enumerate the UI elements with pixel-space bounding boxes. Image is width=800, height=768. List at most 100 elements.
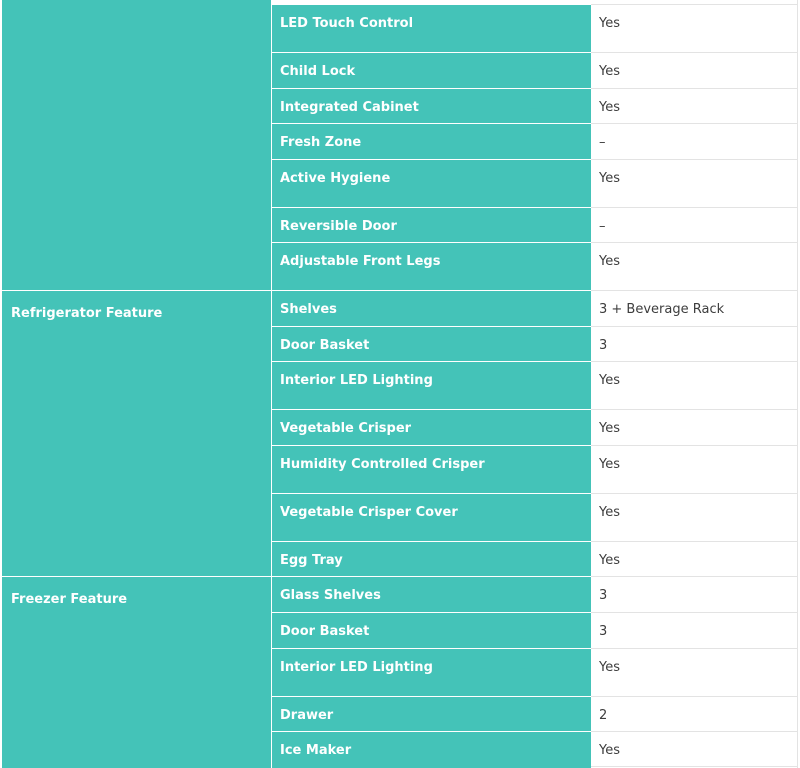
feature-label: Active Hygiene [280, 171, 391, 186]
value-cell: Yes [591, 5, 797, 52]
value-cell: – [591, 208, 797, 242]
feature-cell: Active Hygiene [272, 160, 591, 207]
value-label: Yes [599, 373, 620, 388]
table-border-right [797, 0, 798, 768]
value-cell: Yes [591, 732, 797, 766]
value-cell: 3 [591, 613, 797, 648]
feature-cell: Adjustable Front Legs [272, 243, 591, 290]
value-cell: Yes [591, 160, 797, 207]
row-divider [272, 541, 591, 542]
feature-cell: Child Lock [272, 53, 591, 88]
value-label: – [599, 135, 606, 150]
category-cell-freezer: Freezer Feature [2, 577, 271, 768]
row-divider [272, 326, 591, 327]
row-divider [591, 207, 798, 208]
value-label: 3 + Beverage Rack [599, 302, 725, 317]
row-divider [591, 648, 798, 649]
value-label: Yes [599, 553, 620, 568]
row-divider [591, 326, 798, 327]
value-label: Yes [599, 743, 620, 758]
value-cell: Yes [591, 89, 797, 123]
value-cell: Yes [591, 649, 797, 696]
feature-label: Drawer [280, 708, 334, 723]
row-divider [591, 290, 798, 291]
value-label: 3 [599, 338, 608, 353]
feature-cell: Interior LED Lighting [272, 362, 591, 409]
value-cell: Yes [591, 243, 797, 290]
value-cell: – [591, 124, 797, 159]
value-label: Yes [599, 100, 620, 115]
value-label: Yes [599, 421, 620, 436]
feature-label: Egg Tray [280, 553, 343, 568]
row-divider [591, 123, 798, 124]
row-divider [272, 159, 591, 160]
value-cell: Yes [591, 494, 797, 541]
feature-label: LED Touch Control [280, 16, 414, 31]
feature-label: Interior LED Lighting [280, 660, 433, 675]
feature-cell: Drawer [272, 697, 591, 731]
row-divider [591, 159, 798, 160]
row-divider [591, 4, 798, 5]
value-cell: Yes [591, 446, 797, 493]
value-label: 3 [599, 624, 608, 639]
row-divider [272, 207, 591, 208]
row-divider [272, 52, 591, 53]
table-border-bottom [591, 766, 798, 767]
feature-cell: Door Basket [272, 613, 591, 648]
feature-label: Glass Shelves [280, 588, 381, 603]
row-divider [272, 493, 591, 494]
row-divider [272, 123, 591, 124]
feature-label: Reversible Door [280, 219, 397, 234]
column-divider [271, 0, 272, 768]
value-label: 2 [599, 708, 608, 723]
row-divider [2, 290, 591, 291]
category-label: Refrigerator Feature [11, 306, 163, 321]
feature-cell: Vegetable Crisper [272, 410, 591, 445]
feature-cell: Fresh Zone [272, 124, 591, 159]
value-cell: 3 [591, 327, 797, 361]
row-divider [591, 409, 798, 410]
row-divider [591, 731, 798, 732]
row-divider [2, 576, 591, 577]
value-cell: Yes [591, 53, 797, 88]
feature-label: Child Lock [280, 64, 356, 79]
row-divider [591, 445, 798, 446]
feature-cell: Door Basket [272, 327, 591, 361]
feature-label: Integrated Cabinet [280, 100, 419, 115]
feature-label: Fresh Zone [280, 135, 362, 150]
row-divider [272, 696, 591, 697]
row-divider [591, 576, 798, 577]
row-divider [272, 409, 591, 410]
row-divider [591, 52, 798, 53]
category-cell-general [2, 0, 271, 290]
category-label: Freezer Feature [11, 592, 128, 607]
feature-label: Humidity Controlled Crisper [280, 457, 485, 472]
row-divider [591, 612, 798, 613]
value-label: 3 [599, 588, 608, 603]
value-cell: Yes [591, 542, 797, 576]
feature-cell: Egg Tray [272, 542, 591, 576]
row-divider [591, 493, 798, 494]
category-cell-refrigerator: Refrigerator Feature [2, 291, 271, 576]
value-cell: Yes [591, 362, 797, 409]
row-divider [272, 242, 591, 243]
feature-label: Door Basket [280, 624, 370, 639]
row-divider [591, 541, 798, 542]
row-divider [591, 696, 798, 697]
value-label: Yes [599, 254, 620, 269]
row-divider [591, 242, 798, 243]
row-divider [272, 612, 591, 613]
row-divider [272, 361, 591, 362]
feature-cell: Glass Shelves [272, 577, 591, 612]
row-divider [272, 731, 591, 732]
row-divider [272, 88, 591, 89]
feature-label: Vegetable Crisper [280, 421, 412, 436]
feature-cell: Ice Maker [272, 732, 591, 768]
value-label: – [599, 219, 606, 234]
row-divider [591, 88, 798, 89]
feature-cell: Interior LED Lighting [272, 649, 591, 696]
spec-table: Refrigerator Feature Freezer Feature LED… [0, 0, 799, 768]
value-cell: 3 [591, 577, 797, 612]
value-label: Yes [599, 457, 620, 472]
value-cell: 3 + Beverage Rack [591, 291, 797, 326]
